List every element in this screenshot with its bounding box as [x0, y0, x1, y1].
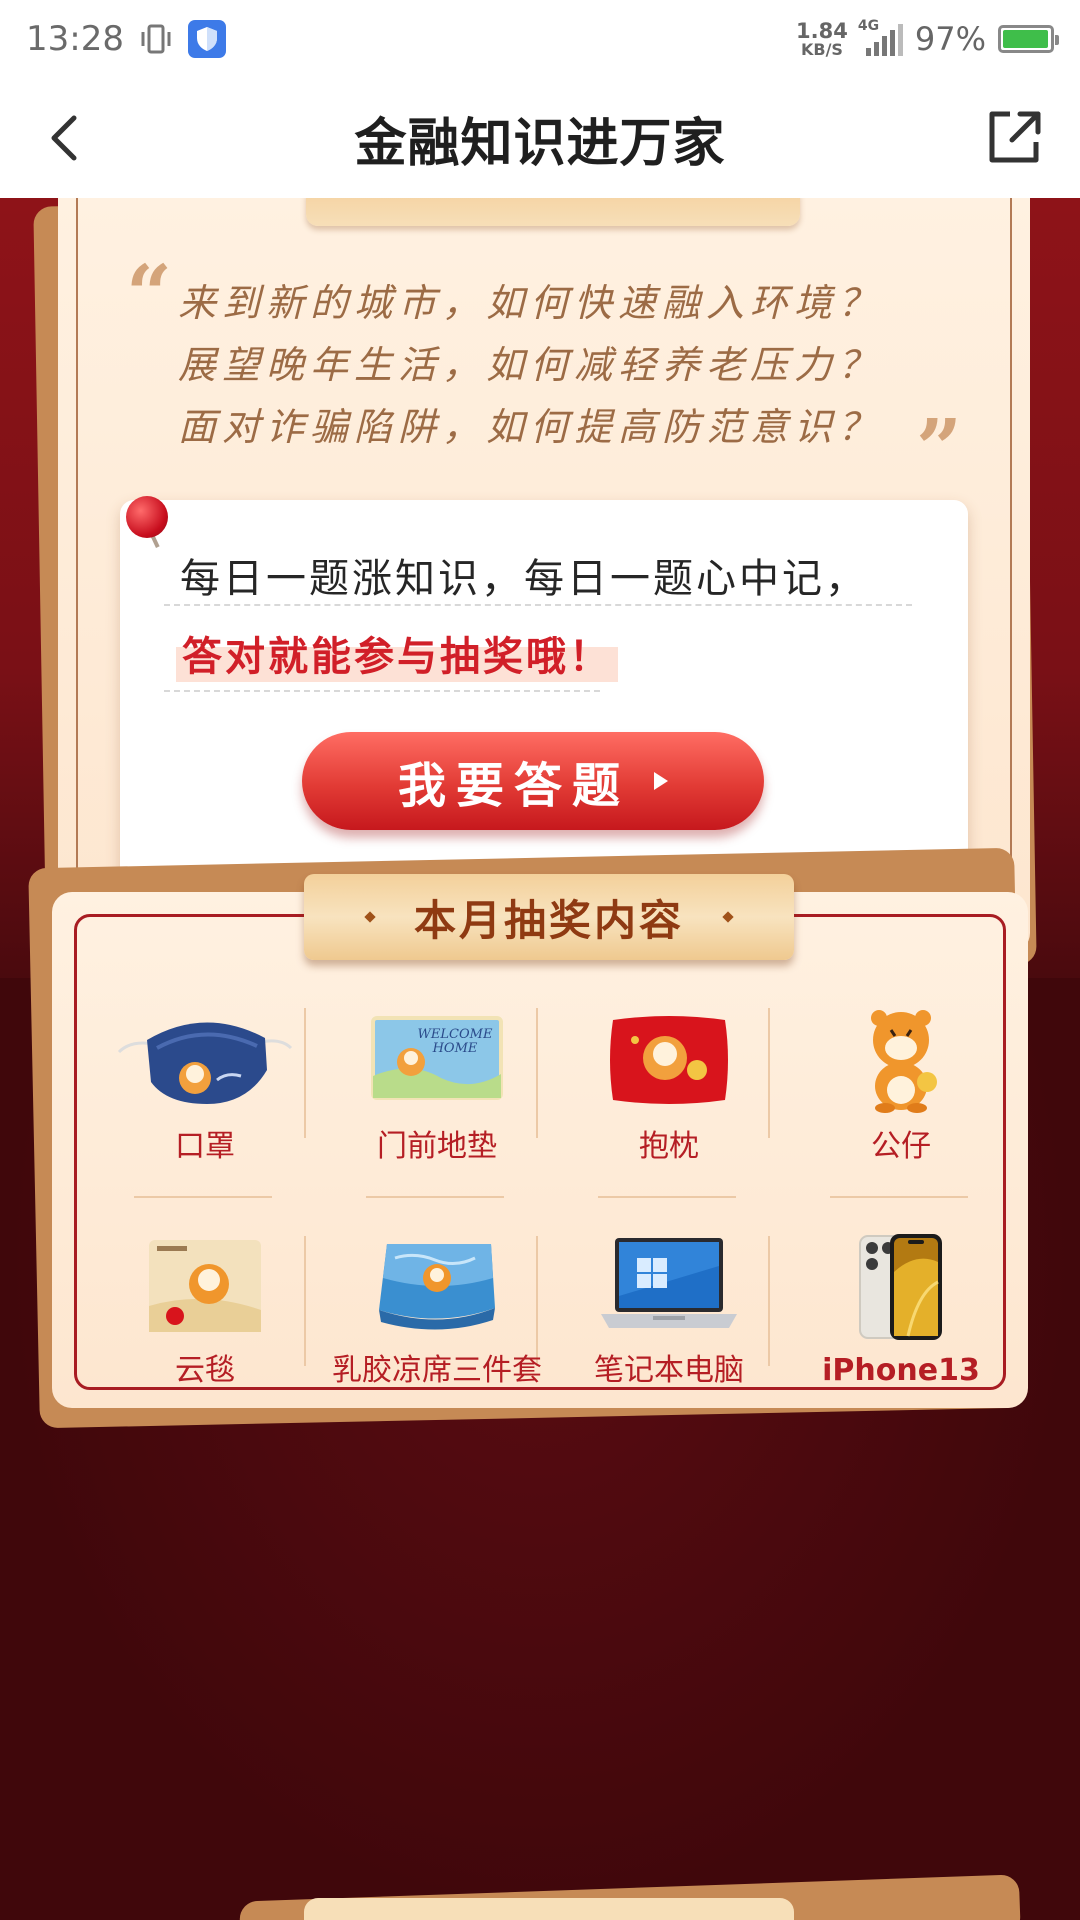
prize-name: 乳胶凉席三件套 — [332, 1353, 542, 1388]
svg-text:HOME: HOME — [432, 1041, 478, 1056]
prize-name: 云毯 — [175, 1353, 235, 1388]
prize-title-ribbon: 本月抽奖内容 — [304, 874, 794, 960]
answer-button[interactable]: 我要答题 — [302, 732, 764, 830]
prize-item: 乳胶凉席三件套 — [328, 1230, 546, 1450]
prize-name: 公仔 — [871, 1129, 931, 1164]
quiz-highlight: 答对就能参与抽奖哦！ — [176, 624, 618, 682]
signal-icon: 4G — [858, 18, 903, 56]
prize-name: 口罩 — [175, 1129, 235, 1164]
answer-button-label: 我要答题 — [397, 758, 630, 814]
quote-open-icon: “ — [126, 247, 173, 341]
battery-icon — [998, 25, 1059, 53]
section-ribbon — [306, 198, 800, 226]
diamond-icon — [364, 911, 376, 923]
iphone-image — [859, 1234, 942, 1340]
prize-title: 本月抽奖内容 — [413, 895, 684, 945]
divider — [164, 690, 600, 692]
page-title: 金融知识进万家 — [354, 113, 726, 174]
play-arrow-icon — [654, 772, 668, 790]
intro-line: 面对诈骗陷阱，如何提高防范意识？ — [178, 405, 883, 449]
prize-name: 抱枕 — [639, 1129, 699, 1164]
nav-bar: 金融知识进万家 — [0, 78, 1080, 198]
prize-item: 云毯 — [96, 1230, 314, 1450]
back-icon[interactable] — [34, 106, 98, 170]
quiz-description: 每日一题涨知识，每日一题心中记， — [180, 556, 868, 602]
prize-item: WELCOME HOME 门前地垫 — [328, 1002, 546, 1202]
latex-mat-image — [379, 1244, 495, 1330]
prize-item: 抱枕 — [560, 1002, 778, 1202]
blanket-image — [149, 1240, 261, 1332]
battery-percent: 97% — [914, 20, 986, 58]
status-time: 13:28 — [26, 19, 124, 59]
mask-image — [117, 1022, 293, 1104]
share-icon[interactable] — [982, 106, 1046, 170]
prize-item: iPhone13 — [792, 1230, 1010, 1450]
network-type: 4G — [857, 18, 880, 34]
prize-item: 口罩 — [96, 1002, 314, 1202]
shield-icon — [187, 20, 226, 58]
divider — [164, 604, 912, 606]
diamond-icon — [722, 911, 734, 923]
tiger-doll-image — [871, 1010, 937, 1113]
network-speed: 1.84 KB/S — [796, 18, 848, 59]
pushpin-icon — [126, 496, 168, 538]
page-content: “ 来到新的城市，如何快速融入环境？ 展望晚年生活，如何减轻养老压力？ 面对诈骗… — [0, 198, 1080, 1920]
intro-line: 来到新的城市，如何快速融入环境？ — [178, 281, 883, 325]
next-section-ribbon — [304, 1898, 794, 1920]
quote-close-icon: ” — [916, 401, 963, 495]
intro-text: 来到新的城市，如何快速融入环境？ 展望晚年生活，如何减轻养老压力？ 面对诈骗陷阱… — [178, 272, 938, 458]
intro-line: 展望晚年生活，如何减轻养老压力？ — [178, 343, 883, 387]
prize-name: 笔记本电脑 — [594, 1353, 744, 1388]
vibrate-icon — [141, 24, 171, 54]
prize-item: 笔记本电脑 — [560, 1230, 778, 1450]
laptop-image — [601, 1238, 737, 1328]
prize-name: 门前地垫 — [377, 1129, 497, 1164]
prize-item: 公仔 — [792, 1002, 1010, 1202]
prize-name: iPhone13 — [822, 1353, 980, 1388]
doormat-image: WELCOME HOME — [371, 1016, 503, 1100]
pillow-image — [610, 1016, 728, 1104]
status-bar: 13:28 1.84 KB/S 4G 97% — [0, 0, 1080, 78]
svg-text:WELCOME: WELCOME — [418, 1027, 493, 1042]
